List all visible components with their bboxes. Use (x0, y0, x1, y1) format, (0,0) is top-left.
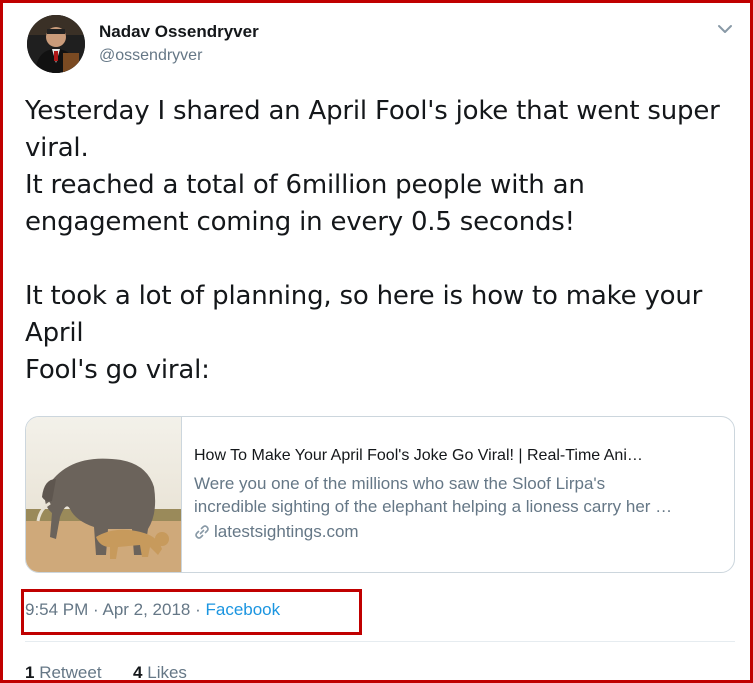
tweet-line: It took a lot of planning, so here is ho… (25, 281, 703, 311)
card-title[interactable]: How To Make Your April Fool's Joke Go Vi… (194, 447, 643, 465)
link-icon (195, 525, 209, 539)
retweet-count[interactable]: 1 (25, 663, 34, 680)
author-name[interactable]: Nadav Ossendryver (99, 22, 259, 42)
avatar[interactable] (27, 15, 85, 73)
tweet-line: April (25, 318, 84, 348)
tweet-line: viral. (25, 133, 89, 163)
divider (25, 641, 735, 642)
screenshot-frame: Nadav Ossendryver @ossendryver Yesterday… (0, 0, 753, 683)
card-domain[interactable]: latestsightings.com (194, 522, 359, 542)
chevron-down-icon[interactable] (715, 19, 735, 39)
tweet-line: Fool's go viral: (25, 355, 210, 385)
like-label[interactable]: Likes (147, 663, 187, 680)
tweet-line (25, 241, 735, 278)
retweet-label[interactable]: Retweet (39, 663, 101, 680)
tweet-line: It reached a total of 6million people wi… (25, 170, 585, 200)
like-count[interactable]: 4 (133, 663, 142, 680)
author-handle[interactable]: @ossendryver (99, 47, 202, 65)
tweet-stats: 1 Retweet 4 Likes (25, 663, 187, 680)
card-description: Were you one of the millions who saw the… (194, 472, 724, 518)
link-preview-card[interactable]: How To Make Your April Fool's Joke Go Vi… (25, 416, 735, 573)
elephant-lioness-thumbnail (26, 417, 182, 572)
tweet-line: engagement coming in every 0.5 seconds! (25, 207, 575, 237)
tweet-text: Yesterday I shared an April Fool's joke … (25, 93, 735, 389)
highlight-box (21, 589, 362, 635)
card-domain-text: latestsightings.com (214, 522, 359, 541)
card-description-line: Were you one of the millions who saw the… (194, 474, 606, 493)
card-description-line: incredible sighting of the elephant help… (194, 497, 673, 516)
tweet-line: Yesterday I shared an April Fool's joke … (25, 96, 720, 126)
avatar-photo (27, 15, 85, 73)
